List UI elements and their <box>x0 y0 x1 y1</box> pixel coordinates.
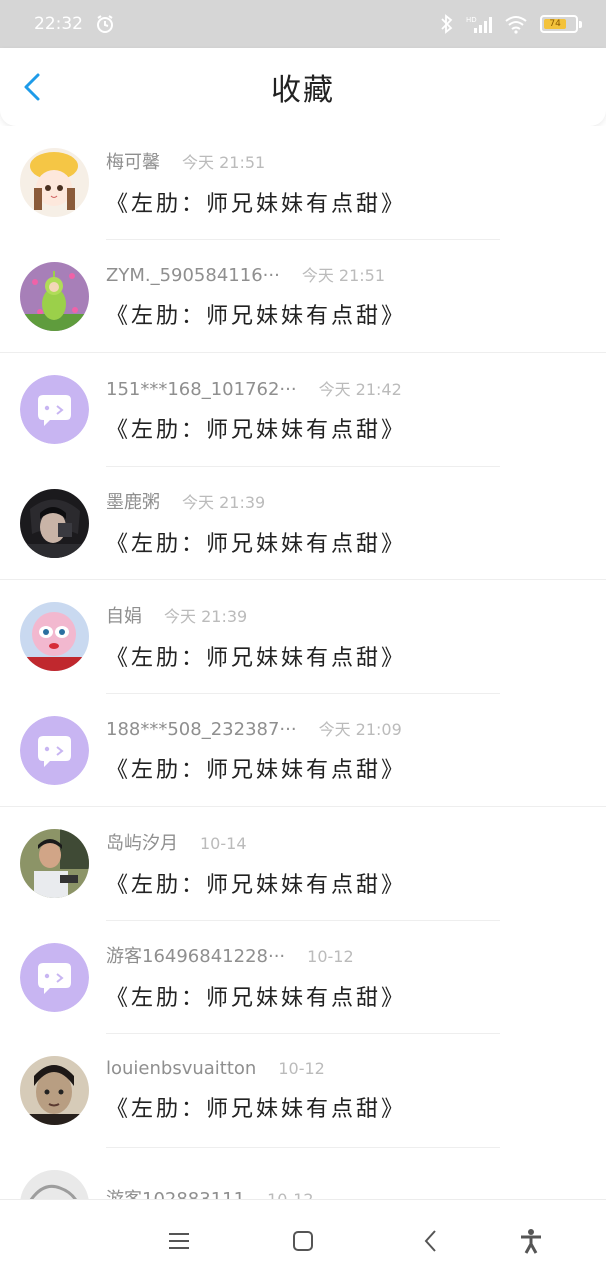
list-item[interactable]: 岛屿汐月 10-14 《左肋：师兄妹妹有点甜》 <box>0 807 606 921</box>
list-item[interactable]: 游客16496841228··· 10-12 《左肋：师兄妹妹有点甜》 <box>0 920 606 1034</box>
item-content: louienbsvuaitton 10-12 《左肋：师兄妹妹有点甜》 <box>106 1058 406 1123</box>
story-title[interactable]: 《左肋：师兄妹妹有点甜》 <box>106 186 406 218</box>
item-content: 墨鹿粥 今天 21:39 《左肋：师兄妹妹有点甜》 <box>106 488 406 558</box>
user-name[interactable]: 岛屿汐月 <box>106 829 178 855</box>
item-meta: 151***168_101762··· 今天 21:42 <box>106 376 406 400</box>
user-name[interactable]: 151***168_101762··· <box>106 379 297 400</box>
svg-text:HD: HD <box>466 16 477 24</box>
user-name[interactable]: louienbsvuaitton <box>106 1058 256 1079</box>
item-content: 游客16496841228··· 10-12 《左肋：师兄妹妹有点甜》 <box>106 942 406 1012</box>
list-item[interactable]: 游客102883111 10-12 <box>0 1147 606 1199</box>
hd-signal-icon: HD <box>466 16 492 33</box>
accessibility-icon[interactable] <box>518 1228 544 1254</box>
story-title[interactable]: 《左肋：师兄妹妹有点甜》 <box>106 298 406 330</box>
avatar[interactable] <box>20 261 89 331</box>
user-name[interactable]: 游客16496841228··· <box>106 942 285 968</box>
item-meta: 岛屿汐月 10-14 <box>106 829 406 855</box>
list-item[interactable]: louienbsvuaitton 10-12 《左肋：师兄妹妹有点甜》 <box>0 1034 606 1148</box>
alarm-clock-icon <box>97 15 113 33</box>
avatar[interactable] <box>20 148 89 218</box>
user-name[interactable]: 游客102883111 <box>106 1185 245 1199</box>
avatar[interactable] <box>20 942 89 1012</box>
list-item[interactable]: ZYM._590584116··· 今天 21:51 《左肋：师兄妹妹有点甜》 <box>0 239 606 353</box>
timestamp: 10-12 <box>278 1059 325 1079</box>
item-meta: louienbsvuaitton 10-12 <box>106 1058 406 1079</box>
item-meta: 188***508_232387··· 今天 21:09 <box>106 716 406 740</box>
avatar[interactable] <box>20 1169 89 1199</box>
timestamp: 今天 21:09 <box>318 720 402 740</box>
story-title[interactable]: 《左肋：师兄妹妹有点甜》 <box>106 752 406 784</box>
item-content: 151***168_101762··· 今天 21:42 《左肋：师兄妹妹有点甜》 <box>106 376 406 444</box>
battery-level: 74 <box>544 19 567 29</box>
list-item[interactable]: 自娟 今天 21:39 《左肋：师兄妹妹有点甜》 <box>0 580 606 694</box>
item-meta: ZYM._590584116··· 今天 21:51 <box>106 262 406 286</box>
chevron-left-icon[interactable] <box>18 72 48 102</box>
timestamp: 10-14 <box>200 833 247 853</box>
item-meta: 自娟 今天 21:39 <box>106 602 406 628</box>
item-content: 游客102883111 10-12 <box>106 1185 314 1199</box>
favorites-list[interactable]: 梅可馨 今天 21:51 《左肋：师兄妹妹有点甜》 ZYM._590584116···… <box>0 126 606 1199</box>
timestamp: 今天 21:39 <box>182 493 266 513</box>
square-home-icon[interactable] <box>290 1228 316 1254</box>
item-content: 自娟 今天 21:39 《左肋：师兄妹妹有点甜》 <box>106 602 406 672</box>
avatar[interactable] <box>20 715 89 785</box>
system-nav-bar <box>0 1199 606 1280</box>
wifi-icon <box>505 16 527 34</box>
item-meta: 梅可馨 今天 21:51 <box>106 148 406 174</box>
status-bar: 22:32 HD 74 <box>0 0 606 48</box>
avatar[interactable] <box>20 602 89 672</box>
user-name[interactable]: 墨鹿粥 <box>106 488 160 514</box>
list-item[interactable]: 梅可馨 今天 21:51 《左肋：师兄妹妹有点甜》 <box>0 126 606 240</box>
user-name[interactable]: ZYM._590584116··· <box>106 265 280 286</box>
menu-icon[interactable] <box>166 1228 192 1254</box>
item-content: ZYM._590584116··· 今天 21:51 《左肋：师兄妹妹有点甜》 <box>106 262 406 330</box>
story-title[interactable]: 《左肋：师兄妹妹有点甜》 <box>106 980 406 1012</box>
item-content: 188***508_232387··· 今天 21:09 《左肋：师兄妹妹有点甜》 <box>106 716 406 784</box>
avatar[interactable] <box>20 1056 89 1126</box>
page-title: 收藏 <box>271 73 335 108</box>
timestamp: 今天 21:51 <box>182 152 266 172</box>
list-item[interactable]: 188***508_232387··· 今天 21:09 《左肋：师兄妹妹有点甜》 <box>0 693 606 807</box>
list-item[interactable]: 墨鹿粥 今天 21:39 《左肋：师兄妹妹有点甜》 <box>0 466 606 580</box>
story-title[interactable]: 《左肋：师兄妹妹有点甜》 <box>106 640 406 672</box>
item-content: 岛屿汐月 10-14 《左肋：师兄妹妹有点甜》 <box>106 829 406 899</box>
user-name[interactable]: 梅可馨 <box>106 148 160 174</box>
avatar[interactable] <box>20 375 89 445</box>
timestamp: 10-12 <box>267 1190 314 1199</box>
list-item[interactable]: 151***168_101762··· 今天 21:42 《左肋：师兄妹妹有点甜》 <box>0 353 606 467</box>
bluetooth-icon <box>441 14 453 34</box>
timestamp: 今天 21:51 <box>301 266 386 286</box>
avatar[interactable] <box>20 488 89 558</box>
story-title[interactable]: 《左肋：师兄妹妹有点甜》 <box>106 1091 406 1123</box>
item-meta: 墨鹿粥 今天 21:39 <box>106 488 406 514</box>
item-content: 梅可馨 今天 21:51 《左肋：师兄妹妹有点甜》 <box>106 148 406 218</box>
header: 收藏 <box>0 48 606 126</box>
battery-icon: 74 <box>540 15 582 33</box>
story-title[interactable]: 《左肋：师兄妹妹有点甜》 <box>106 867 406 899</box>
timestamp: 今天 21:39 <box>164 606 248 626</box>
user-name[interactable]: 自娟 <box>106 602 142 628</box>
timestamp: 今天 21:42 <box>318 379 402 399</box>
item-meta: 游客16496841228··· 10-12 <box>106 942 406 968</box>
story-title[interactable]: 《左肋：师兄妹妹有点甜》 <box>106 526 406 558</box>
story-title[interactable]: 《左肋：师兄妹妹有点甜》 <box>106 412 406 444</box>
item-meta: 游客102883111 10-12 <box>106 1185 314 1199</box>
timestamp: 10-12 <box>307 947 354 967</box>
avatar[interactable] <box>20 829 89 899</box>
status-time: 22:32 <box>34 14 83 34</box>
triangle-back-icon[interactable] <box>418 1228 444 1254</box>
user-name[interactable]: 188***508_232387··· <box>106 719 297 740</box>
